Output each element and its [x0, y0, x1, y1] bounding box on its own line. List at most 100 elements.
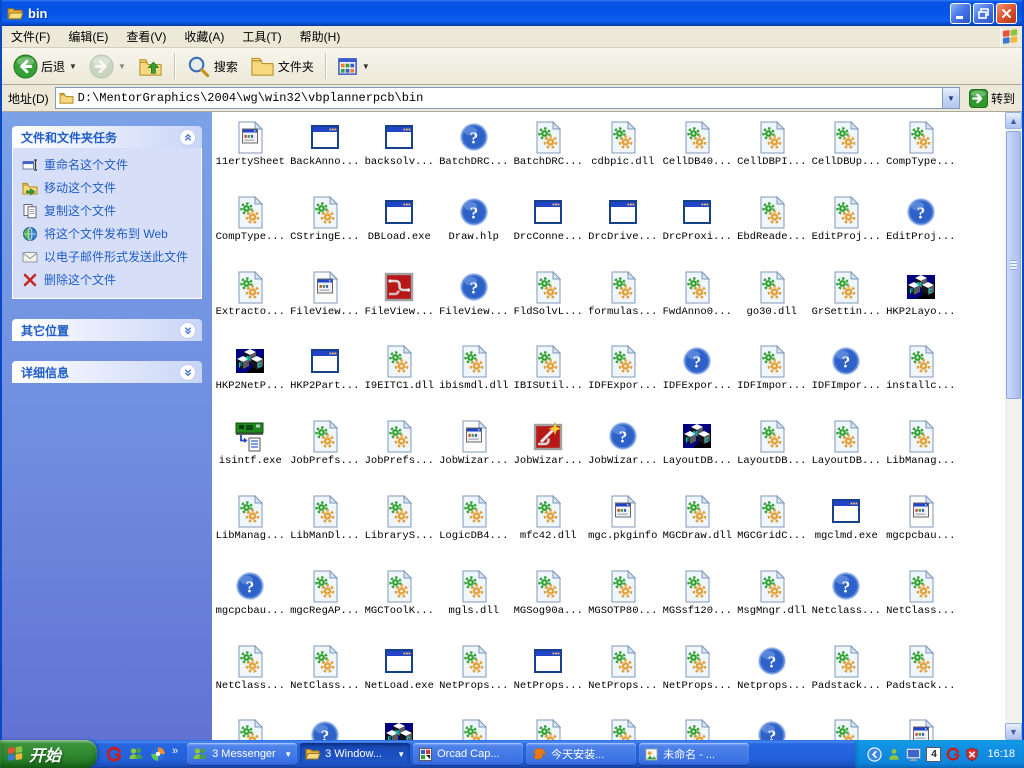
file-item[interactable] [511, 713, 586, 740]
title-bar[interactable]: bin [2, 0, 1022, 26]
file-item[interactable] [809, 713, 884, 740]
file-item[interactable]: IBISUtil... [511, 339, 586, 414]
file-item[interactable]: I9EITC1.dll [362, 339, 437, 414]
chevron-down-icon[interactable] [179, 363, 196, 381]
file-item[interactable]: FldSolvL... [511, 265, 586, 340]
input-method-badge[interactable]: 4 [926, 746, 942, 762]
taskbar-button[interactable]: 3 Window... ▼ [300, 743, 411, 765]
file-item[interactable]: MFC [362, 713, 437, 740]
task-email[interactable]: 以电子邮件形式发送此文件 [22, 249, 197, 265]
address-path[interactable]: D:\MentorGraphics\2004\wg\win32\vbplanne… [78, 91, 938, 105]
file-item[interactable] [660, 713, 735, 740]
file-item[interactable]: MGSog90a... [511, 564, 586, 639]
toolbar-back-button[interactable]: 后退 ▼ [8, 51, 82, 82]
toolbar-up-folder-button[interactable] [133, 51, 168, 82]
file-item[interactable] [586, 713, 661, 740]
file-item[interactable]: M F C LayoutDB... [660, 414, 735, 489]
file-item[interactable]: CStringE... [288, 190, 363, 265]
file-item[interactable]: ? FileView... [437, 265, 512, 340]
dropdown-arrow-icon[interactable]: ▼ [362, 62, 370, 71]
file-item[interactable]: JobPrefs... [288, 414, 363, 489]
toolbar-forward-button[interactable]: ▼ [84, 51, 131, 82]
file-item[interactable]: installc... [884, 339, 959, 414]
browser-tray-icon[interactable] [946, 747, 960, 761]
quicklaunch-overflow-icon[interactable]: » [172, 745, 178, 757]
chevron-down-icon[interactable] [179, 321, 196, 339]
scrollbar-thumb[interactable] [1006, 131, 1021, 399]
menu-item[interactable]: 查看(V) [117, 26, 175, 47]
taskbar-button[interactable]: 今天安装... [526, 743, 637, 765]
toolbar-search-button[interactable]: 搜索 [181, 51, 243, 82]
file-item[interactable]: mgcpcbau... [884, 489, 959, 564]
file-item[interactable]: mgc.pkginfo [586, 489, 661, 564]
file-item[interactable]: MGCToolK... [362, 564, 437, 639]
dropdown-arrow-icon[interactable]: ▼ [118, 62, 126, 71]
file-item[interactable]: ? JobWizar... [586, 414, 661, 489]
task-rename[interactable]: 重命名这个文件 [22, 157, 197, 173]
file-item[interactable]: ? [288, 713, 363, 740]
file-item[interactable]: M F C HKP2Layo... [884, 265, 959, 340]
file-item[interactable]: LibManDl... [288, 489, 363, 564]
file-item[interactable]: NetLoad.exe [362, 639, 437, 714]
file-item[interactable]: DBLoad.exe [362, 190, 437, 265]
file-item[interactable]: IDFExpor... [586, 339, 661, 414]
file-item[interactable]: DrcProxi... [660, 190, 735, 265]
file-item[interactable]: mgcRegAP... [288, 564, 363, 639]
file-item[interactable]: M F C HKP2NetP... [213, 339, 288, 414]
file-item[interactable]: NetProps... [437, 639, 512, 714]
minimize-button[interactable] [950, 2, 971, 24]
display-tray-icon[interactable] [906, 747, 921, 762]
task-move[interactable]: 移动这个文件 [22, 180, 197, 196]
redg-quicklaunch-icon[interactable] [106, 746, 122, 762]
security-alert-tray-icon[interactable] [965, 747, 979, 762]
file-item[interactable]: ? Draw.hlp [437, 190, 512, 265]
address-input[interactable]: D:\MentorGraphics\2004\wg\win32\vbplanne… [54, 87, 960, 109]
file-item[interactable]: CellDB40... [660, 115, 735, 190]
file-item[interactable] [437, 713, 512, 740]
close-button[interactable] [996, 2, 1017, 24]
tray-collapse-icon[interactable] [867, 746, 883, 762]
menu-item[interactable]: 帮助(H) [291, 26, 350, 47]
file-item[interactable]: cdbpic.dll [586, 115, 661, 190]
file-item[interactable]: NetProps... [586, 639, 661, 714]
file-item[interactable]: NetClass... [288, 639, 363, 714]
address-dropdown-button[interactable]: ▼ [941, 88, 959, 108]
file-item[interactable]: FwdAnno0... [660, 265, 735, 340]
messenger-quicklaunch-icon[interactable] [128, 746, 144, 762]
file-item[interactable]: EbdReade... [735, 190, 810, 265]
file-item[interactable]: ? BatchDRC... [437, 115, 512, 190]
menu-item[interactable]: 编辑(E) [59, 26, 117, 47]
file-item[interactable]: ? EditProj... [884, 190, 959, 265]
file-item[interactable] [884, 713, 959, 740]
file-item[interactable]: NetClass... [884, 564, 959, 639]
task-copy[interactable]: 复制这个文件 [22, 203, 197, 219]
file-item[interactable]: LibraryS... [362, 489, 437, 564]
file-item[interactable]: BatchDRC... [511, 115, 586, 190]
media-quicklaunch-icon[interactable] [150, 746, 166, 762]
task-web[interactable]: 将这个文件发布到 Web [22, 226, 197, 242]
chevron-up-icon[interactable] [179, 128, 196, 146]
file-item[interactable]: ? [735, 713, 810, 740]
file-item[interactable]: NetProps... [660, 639, 735, 714]
go-button[interactable]: 转到 [966, 88, 1018, 108]
menu-item[interactable]: 文件(F) [2, 26, 59, 47]
file-item[interactable]: backsolv... [362, 115, 437, 190]
file-item[interactable]: CompType... [213, 190, 288, 265]
file-item[interactable]: ? IDFExpor... [660, 339, 735, 414]
file-item[interactable]: Padstack... [809, 639, 884, 714]
file-item[interactable]: ? Netprops... [735, 639, 810, 714]
panel-details-header[interactable]: 详细信息 [12, 361, 202, 383]
scroll-down-button[interactable]: ▼ [1005, 723, 1022, 740]
file-item[interactable]: ? IDFImpor... [809, 339, 884, 414]
toolbar-views-button[interactable]: ▼ [332, 53, 375, 80]
taskbar-button[interactable]: 3 Messenger ▼ [187, 743, 298, 765]
file-item[interactable]: Extracto... [213, 265, 288, 340]
file-item[interactable]: ? mgcpcbau... [213, 564, 288, 639]
file-item[interactable]: DrcDrive... [586, 190, 661, 265]
file-item[interactable]: GrSettin... [809, 265, 884, 340]
file-item[interactable]: JobWizar... [437, 414, 512, 489]
file-item[interactable]: BackAnno... [288, 115, 363, 190]
file-item[interactable]: EditProj... [809, 190, 884, 265]
file-item[interactable]: go30.dll [735, 265, 810, 340]
file-item[interactable]: JobWizar... [511, 414, 586, 489]
